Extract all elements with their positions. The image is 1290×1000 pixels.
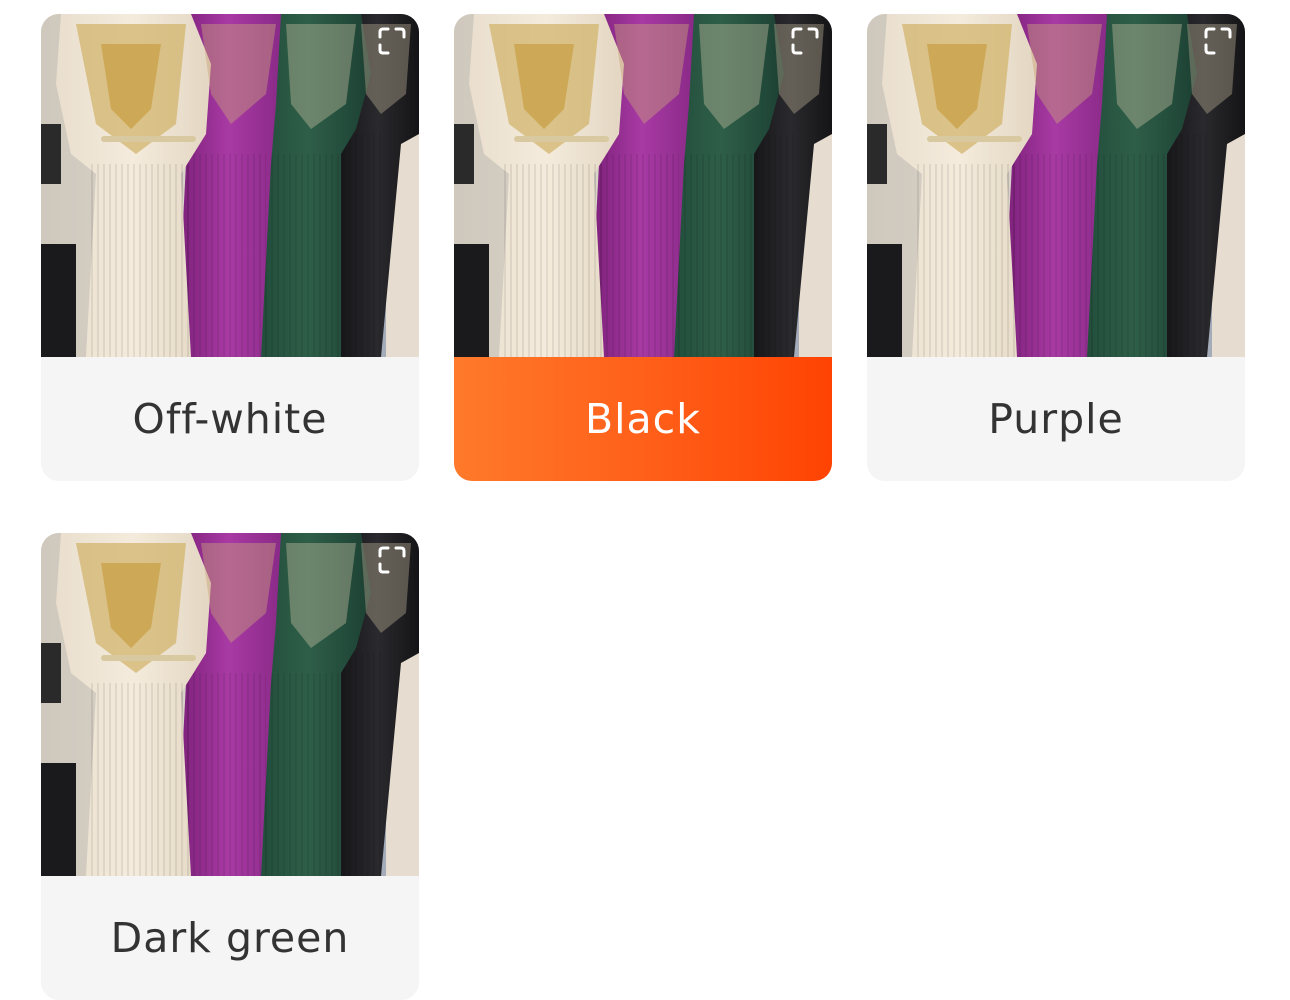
expand-icon-graphic xyxy=(378,27,406,55)
variant-thumbnail xyxy=(867,14,1245,357)
expand-icon-graphic xyxy=(791,27,819,55)
dress-photo xyxy=(41,533,419,876)
dress-photo-image xyxy=(41,533,419,876)
variant-thumbnail xyxy=(41,533,419,876)
variant-label: Dark green xyxy=(41,876,419,1000)
color-variant-grid: Off-white Black Purple Dark green xyxy=(41,14,1245,1000)
expand-icon[interactable] xyxy=(1203,26,1233,56)
variant-card-black[interactable]: Black xyxy=(454,14,832,481)
expand-icon[interactable] xyxy=(790,26,820,56)
dress-photo xyxy=(867,14,1245,357)
expand-icon[interactable] xyxy=(377,545,407,575)
expand-icon[interactable] xyxy=(377,26,407,56)
variant-label: Purple xyxy=(867,357,1245,481)
variant-thumbnail xyxy=(41,14,419,357)
variant-thumbnail xyxy=(454,14,832,357)
dress-photo xyxy=(454,14,832,357)
dress-photo-image xyxy=(867,14,1245,357)
expand-icon-graphic xyxy=(1204,27,1232,55)
variant-label: Off-white xyxy=(41,357,419,481)
variant-card-dark-green[interactable]: Dark green xyxy=(41,533,419,1000)
dress-photo xyxy=(41,14,419,357)
expand-icon-graphic xyxy=(378,546,406,574)
dress-photo-image xyxy=(454,14,832,357)
variant-card-off-white[interactable]: Off-white xyxy=(41,14,419,481)
dress-photo-image xyxy=(41,14,419,357)
variant-label: Black xyxy=(454,357,832,481)
variant-card-purple[interactable]: Purple xyxy=(867,14,1245,481)
